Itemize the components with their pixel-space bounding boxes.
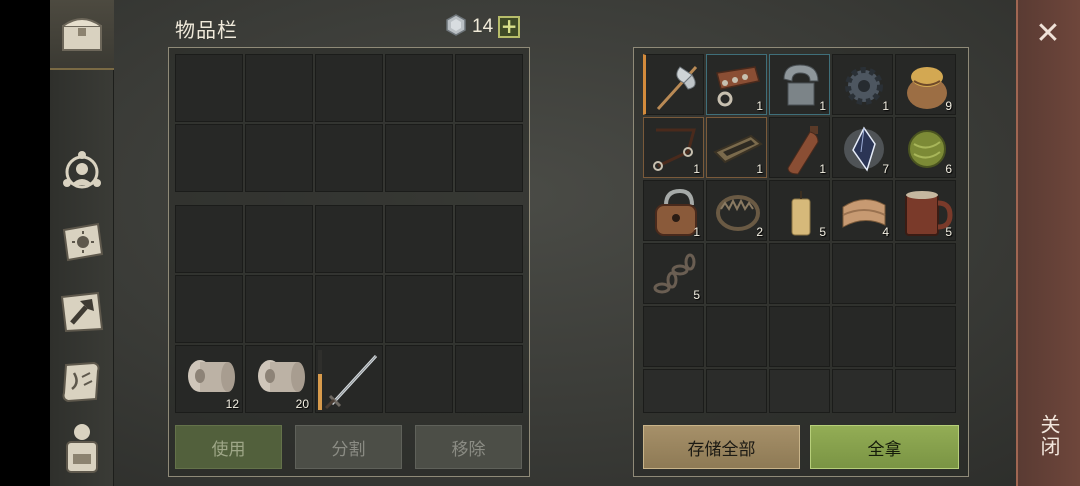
backpack-character-icon[interactable] xyxy=(58,424,106,474)
storage-slot-crystal[interactable]: 7 xyxy=(832,117,893,178)
storage-slot-halberd[interactable] xyxy=(643,54,704,115)
storage-slot[interactable] xyxy=(769,243,830,304)
storage-slot[interactable] xyxy=(832,306,893,367)
item-count: 1 xyxy=(882,99,889,113)
storage-slot[interactable] xyxy=(643,306,704,367)
inventory-slot[interactable] xyxy=(315,205,383,273)
storage-slot-harness[interactable]: 1 xyxy=(643,117,704,178)
inventory-slot[interactable] xyxy=(245,54,313,122)
inventory-slot[interactable] xyxy=(315,275,383,343)
add-currency-button[interactable]: + xyxy=(498,16,521,38)
store-all-button[interactable]: 存储全部 xyxy=(643,425,800,469)
storage-slot-mug[interactable]: 5 xyxy=(895,180,956,241)
use-button[interactable]: 使用 xyxy=(175,425,282,469)
inventory-slot[interactable] xyxy=(175,205,243,273)
storage-slot[interactable] xyxy=(706,306,767,367)
storage-slot-gear[interactable]: 1 xyxy=(832,54,893,115)
item-count: 5 xyxy=(693,288,700,302)
item-count: 4 xyxy=(882,225,889,239)
inventory-slot[interactable] xyxy=(455,124,523,192)
item-count: 5 xyxy=(945,225,952,239)
storage-slot[interactable] xyxy=(769,369,830,413)
currency-count: 14 xyxy=(472,16,494,37)
inventory-slot[interactable] xyxy=(455,275,523,343)
storage-slot[interactable] xyxy=(895,306,956,367)
storage-slot-flask[interactable]: 1 xyxy=(769,117,830,178)
item-count: 1 xyxy=(693,162,700,176)
item-count: 1 xyxy=(819,99,826,113)
storage-slot-padlock[interactable]: 1 xyxy=(643,180,704,241)
inventory-slot-cloth-roll[interactable]: 12 xyxy=(175,345,243,413)
storage-slot[interactable] xyxy=(769,306,830,367)
inventory-grid-bottom: 12 20 xyxy=(175,205,523,413)
close-icon[interactable]: ✕ xyxy=(1030,16,1066,52)
item-count: 1 xyxy=(693,225,700,239)
inventory-slot[interactable] xyxy=(315,54,383,122)
storage-slot[interactable] xyxy=(895,243,956,304)
inventory-title: 物品栏 xyxy=(175,18,238,42)
inventory-slot[interactable] xyxy=(175,54,243,122)
inventory-slot[interactable] xyxy=(385,205,453,273)
item-count: 2 xyxy=(756,225,763,239)
inventory-slot[interactable] xyxy=(385,345,453,413)
inventory-slot[interactable] xyxy=(175,275,243,343)
storage-slot[interactable] xyxy=(643,369,704,413)
inventory-slot[interactable] xyxy=(455,205,523,273)
storage-slot-sack[interactable]: 9 xyxy=(895,54,956,115)
item-count: 20 xyxy=(295,397,309,411)
item-count: 12 xyxy=(225,397,239,411)
inventory-slot[interactable] xyxy=(315,124,383,192)
chest-icon[interactable] xyxy=(58,10,106,58)
storage-slot[interactable] xyxy=(832,243,893,304)
inventory-slot[interactable] xyxy=(455,345,523,413)
storage-slot-collar[interactable]: 1 xyxy=(706,54,767,115)
inventory-grid-top xyxy=(175,54,523,192)
inventory-slot[interactable] xyxy=(245,275,313,343)
storage-slot-frame[interactable]: 1 xyxy=(706,117,767,178)
storage-slot[interactable] xyxy=(706,243,767,304)
storage-slot-chain[interactable]: 5 xyxy=(643,243,704,304)
item-count: 1 xyxy=(756,99,763,113)
inventory-slot[interactable] xyxy=(245,124,313,192)
item-count: 1 xyxy=(756,162,763,176)
storage-slot-leather[interactable]: 4 xyxy=(832,180,893,241)
character-stats-icon[interactable] xyxy=(58,148,106,196)
crafting-hammer-icon[interactable] xyxy=(58,288,106,336)
item-count: 6 xyxy=(945,162,952,176)
storage-slot[interactable] xyxy=(832,369,893,413)
item-count: 7 xyxy=(882,162,889,176)
storage-slot-candle[interactable]: 5 xyxy=(769,180,830,241)
inventory-slot-cloth-roll[interactable]: 20 xyxy=(245,345,313,413)
journal-sun-icon[interactable] xyxy=(58,218,106,266)
inventory-slot[interactable] xyxy=(175,124,243,192)
item-count: 1 xyxy=(819,162,826,176)
storage-grid: 1 1 1 9 1 1 1 7 6 1 2 5 4 5 5 xyxy=(643,54,956,430)
inventory-slot[interactable] xyxy=(385,124,453,192)
storage-slot[interactable] xyxy=(706,369,767,413)
item-count: 9 xyxy=(945,99,952,113)
storage-slot-bracket[interactable]: 1 xyxy=(769,54,830,115)
inventory-slot[interactable] xyxy=(245,205,313,273)
storage-slot-herb[interactable]: 6 xyxy=(895,117,956,178)
inventory-slot-sword[interactable] xyxy=(315,345,383,413)
gem-icon xyxy=(445,14,467,40)
currency-display: 14 + xyxy=(445,14,521,40)
map-scroll-icon[interactable] xyxy=(58,358,106,406)
storage-slot[interactable] xyxy=(895,369,956,413)
remove-button[interactable]: 移除 xyxy=(415,425,522,469)
split-button[interactable]: 分割 xyxy=(295,425,402,469)
take-all-button[interactable]: 全拿 xyxy=(810,425,959,469)
inventory-slot[interactable] xyxy=(385,275,453,343)
inventory-slot[interactable] xyxy=(455,54,523,122)
item-count: 5 xyxy=(819,225,826,239)
inventory-slot[interactable] xyxy=(385,54,453,122)
close-label[interactable]: 关闭 xyxy=(1032,414,1064,458)
storage-slot-trap[interactable]: 2 xyxy=(706,180,767,241)
